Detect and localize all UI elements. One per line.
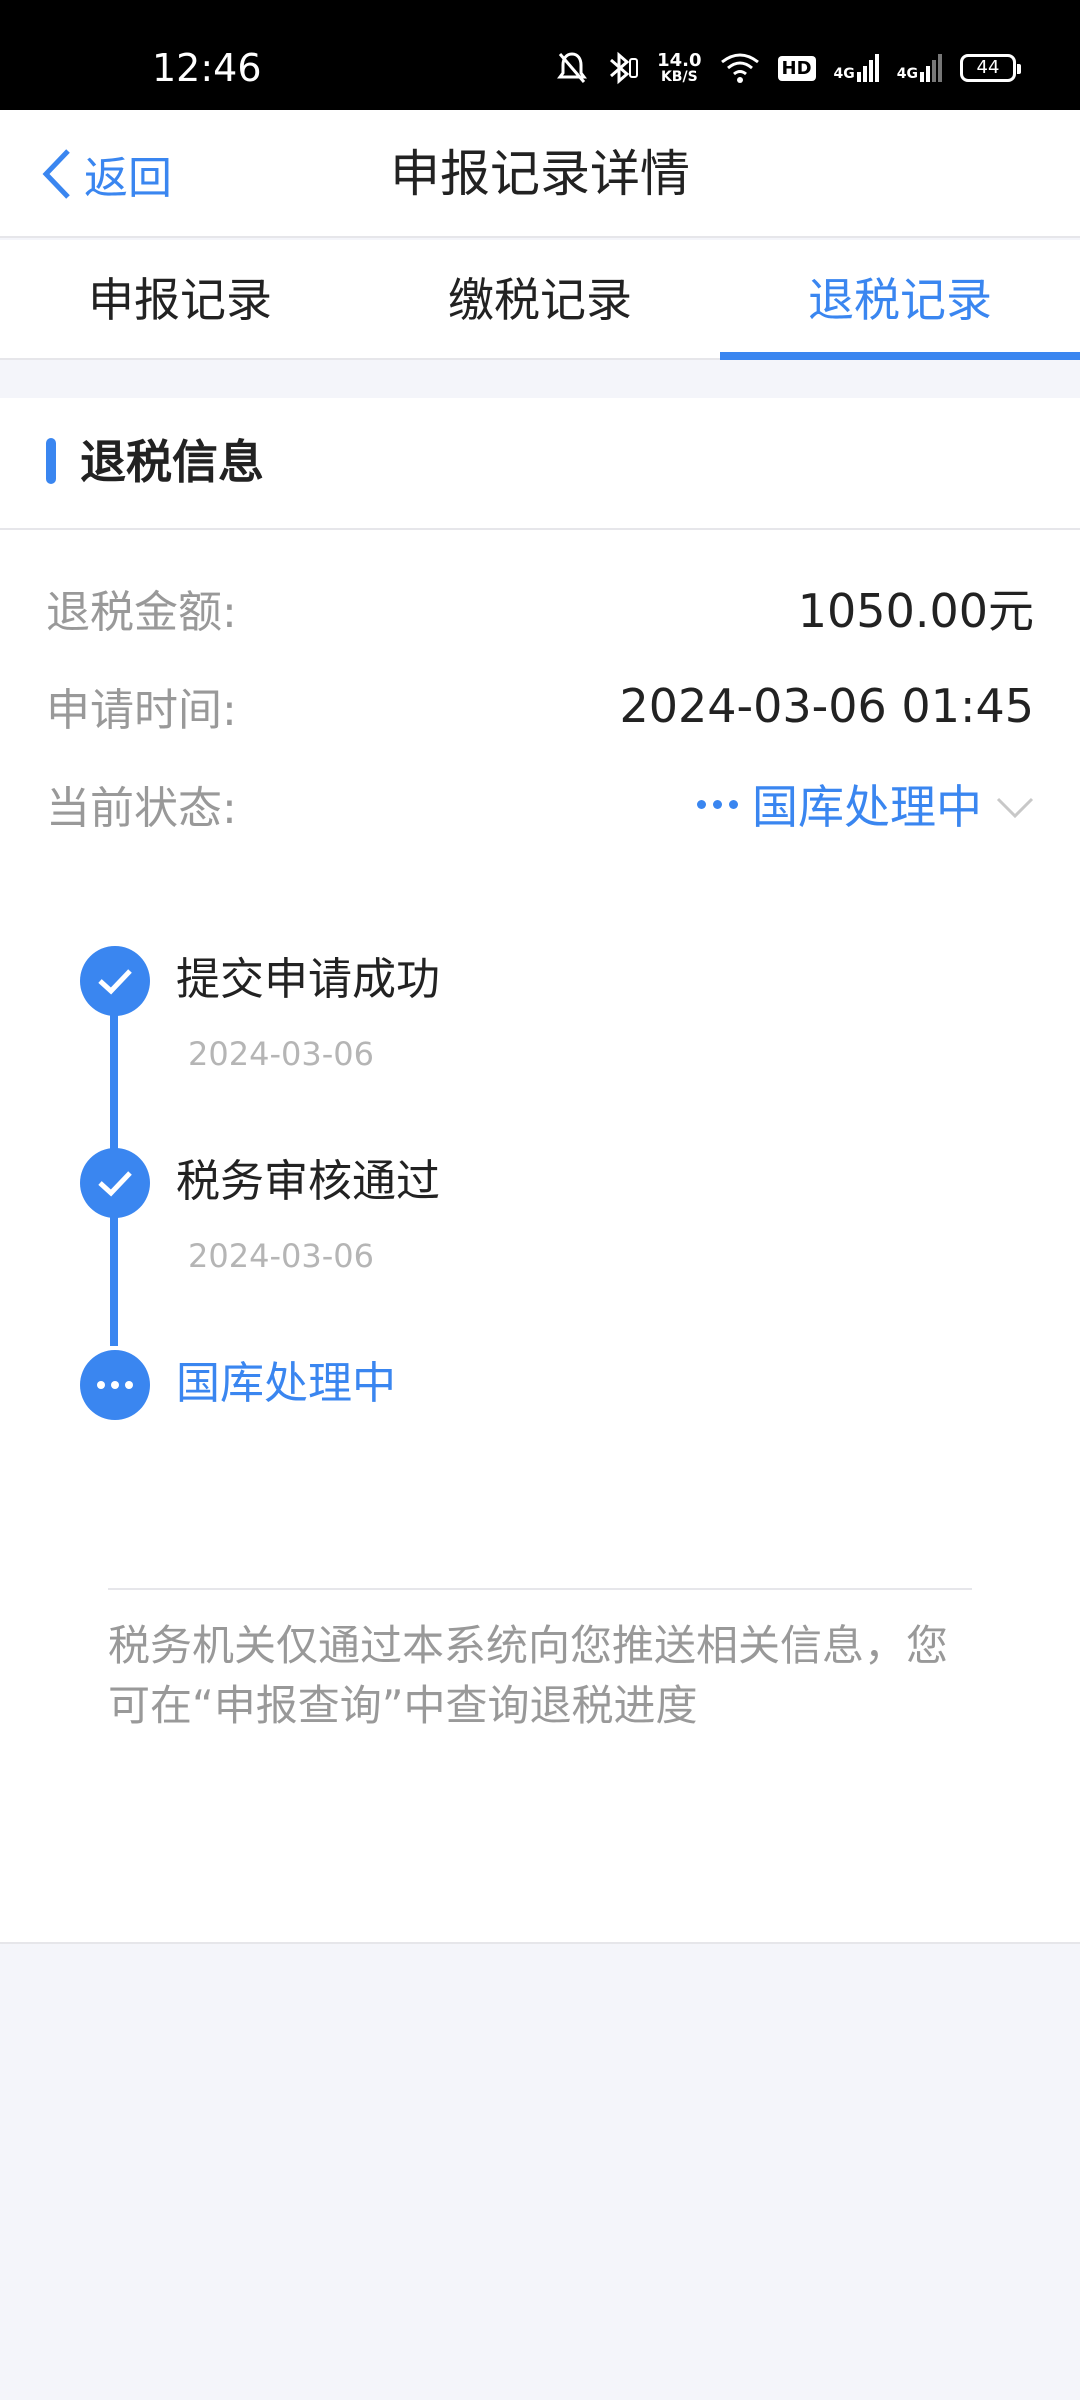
apply-time-value: 2024-03-06 01:45: [619, 679, 1034, 733]
hd-badge: HD: [777, 55, 816, 81]
nav-bar: 返回 申报记录详情: [0, 110, 1080, 238]
current-status-value: 国库处理中: [752, 780, 982, 834]
refund-amount-row: 退税金额: 1050.00元: [46, 576, 1034, 640]
divider: [108, 1588, 972, 1590]
step-name: 税务审核通过: [176, 1156, 440, 1207]
section-accent-bar: [46, 438, 56, 484]
check-icon: [80, 1148, 150, 1218]
status-bar: 12:46 14.0 KB/S HD 4G 4G 44: [0, 0, 1080, 110]
signal-icon: [920, 54, 942, 82]
step-date: 2024-03-06: [188, 1237, 374, 1275]
signal-icon: [856, 54, 879, 82]
wifi-icon: [720, 53, 759, 83]
current-status-label: 当前状态:: [46, 783, 237, 834]
page-title: 申报记录详情: [390, 145, 690, 203]
status-icons: 14.0 KB/S HD 4G 4G 44: [557, 48, 1021, 88]
tab-payment-records[interactable]: 缴税记录: [360, 240, 720, 358]
step-date: 2024-03-06: [188, 1035, 374, 1073]
refund-amount-value: 1050.00元: [797, 584, 1034, 638]
tab-declaration-records[interactable]: 申报记录: [0, 240, 360, 358]
refund-info-card: 退税信息 退税金额: 1050.00元 申请时间: 2024-03-06 01:…: [0, 398, 1080, 1944]
chevron-down-icon: [996, 777, 1034, 831]
step-name: 国库处理中: [176, 1358, 396, 1409]
section-title: 退税信息: [80, 435, 264, 489]
processing-icon: [80, 1350, 150, 1420]
apply-time-label: 申请时间:: [46, 685, 237, 736]
status-toggle[interactable]: 国库处理中: [697, 771, 1034, 837]
network-speed: 14.0 KB/S: [657, 49, 702, 85]
status-time: 12:46: [152, 46, 262, 90]
current-status-row: 当前状态: 国库处理中: [46, 772, 1034, 836]
step-name: 提交申请成功: [176, 954, 440, 1005]
check-icon: [80, 946, 150, 1016]
refund-amount-label: 退税金额:: [46, 587, 237, 638]
apply-time-row: 申请时间: 2024-03-06 01:45: [46, 674, 1034, 738]
progress-timeline: 提交申请成功 2024-03-06 税务审核通过 2024-03-06 国库处理…: [80, 946, 980, 1426]
tab-refund-records[interactable]: 退税记录: [720, 240, 1080, 360]
battery-icon: 44: [960, 54, 1021, 82]
tab-bar: 申报记录 缴税记录 退税记录: [0, 240, 1080, 360]
battery-level: 44: [976, 57, 1000, 78]
signal-2: 4G: [897, 54, 942, 82]
bluetooth-icon: [610, 51, 639, 85]
signal-1: 4G: [834, 54, 879, 82]
processing-dots-icon: [697, 799, 738, 809]
section-header: 退税信息: [0, 398, 1080, 530]
mute-bell-icon: [557, 52, 588, 83]
notice-text: 税务机关仅通过本系统向您推送相关信息，您可在“申报查询”中查询退税进度: [108, 1621, 949, 1730]
